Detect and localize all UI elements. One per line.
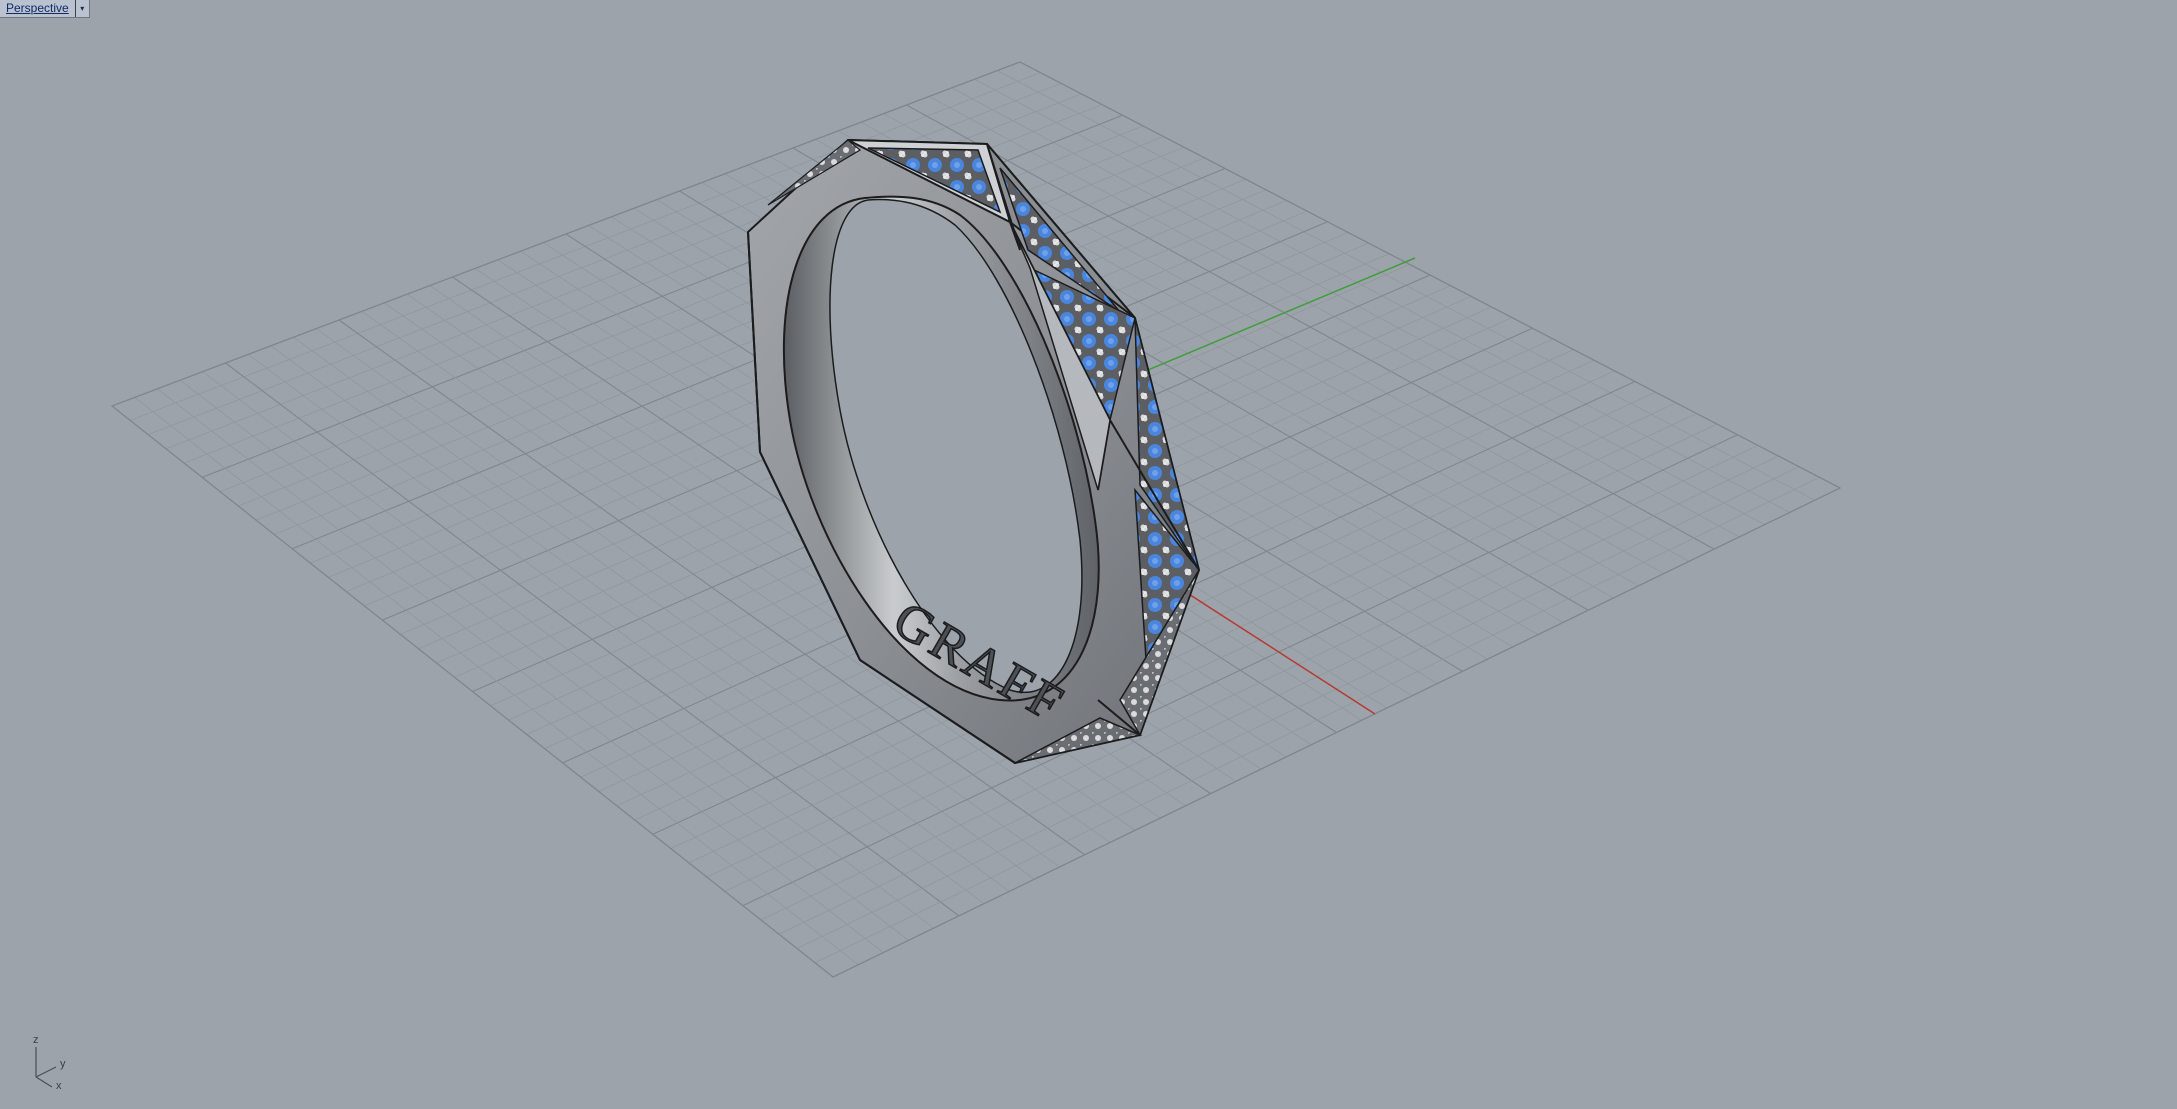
axis-z-label: z xyxy=(33,1034,39,1046)
dropdown-arrow-icon[interactable]: ▾ xyxy=(74,0,89,17)
perspective-viewport[interactable]: GRAFF Perspective ▾ z y x xyxy=(0,0,2177,1109)
ring-object[interactable]: GRAFF xyxy=(746,138,1201,765)
world-axes-icon: z y x xyxy=(33,1034,66,1091)
viewport-title-tab[interactable]: Perspective ▾ xyxy=(0,0,90,18)
axis-x-label: x xyxy=(56,1080,62,1091)
axis-y-label: y xyxy=(60,1058,66,1070)
grid-line xyxy=(134,397,859,966)
viewport-title[interactable]: Perspective xyxy=(0,0,75,17)
viewport-scene[interactable]: GRAFF xyxy=(0,0,2177,1109)
